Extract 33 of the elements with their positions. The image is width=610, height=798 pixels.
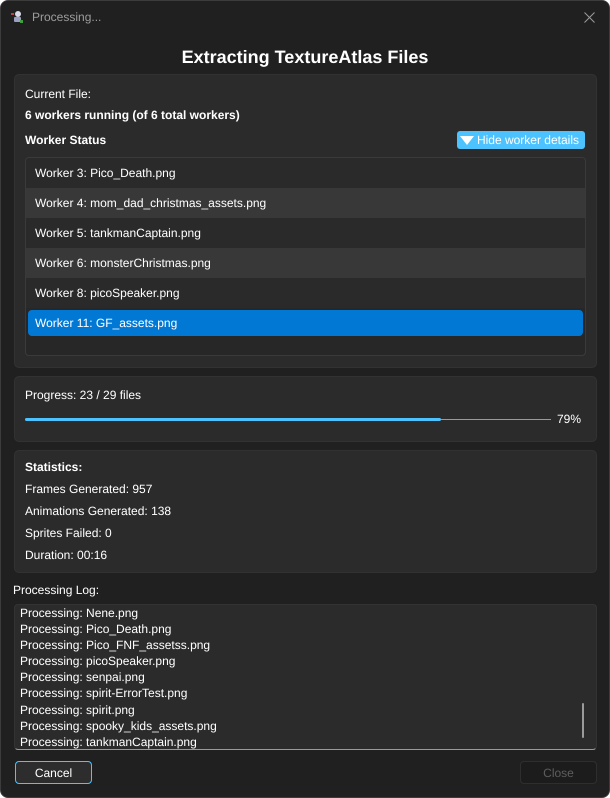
worker-row[interactable]: Worker 8: picoSpeaker.png — [26, 278, 585, 308]
statistic-line: Duration: 00:16 — [25, 547, 108, 563]
worker-row[interactable]: Worker 3: Pico_Death.png — [26, 158, 585, 188]
log-line: Processing: spooky_kids_assets.png — [20, 718, 218, 734]
statistics-heading: Statistics: — [25, 459, 84, 475]
worker-row[interactable]: Worker 11: GF_assets.png — [28, 310, 583, 336]
log-line: Processing: tankmanCaptain.png — [20, 734, 198, 750]
window-title: Processing... — [32, 9, 102, 26]
statistic-line: Animations Generated: 138 — [25, 503, 172, 519]
log-line: Processing: senpai.png — [20, 669, 146, 686]
progress-label: Progress: 23 / 29 files — [25, 387, 142, 403]
log-line: Processing: Pico_FNF_assetss.png — [20, 637, 212, 654]
log-line: Processing: Pico_Death.png — [20, 621, 172, 638]
statistic-line: Frames Generated: 957 — [25, 481, 154, 497]
log-line: Processing: Nene.png — [20, 605, 140, 622]
log-label: Processing Log: — [13, 582, 100, 598]
log-line: Processing: spirit.png — [20, 702, 136, 718]
dialog-heading: Extracting TextureAtlas Files — [180, 46, 430, 68]
progress-percent: 79% — [556, 411, 581, 427]
app-icon — [10, 10, 24, 24]
statistic-line: Sprites Failed: 0 — [25, 525, 113, 541]
workers-summary: 6 workers running (of 6 total workers) — [25, 107, 241, 123]
current-file-label: Current File: — [25, 86, 92, 102]
caret-down-icon — [460, 136, 474, 144]
log-line: Processing: picoSpeaker.png — [20, 653, 176, 670]
dialog-button[interactable]: Cancel — [15, 761, 92, 784]
log-line: Processing: spirit-ErrorTest.png — [20, 685, 188, 702]
worker-row[interactable]: Worker 4: mom_dad_christmas_assets.png — [26, 188, 585, 218]
worker-row[interactable]: Worker 6: monsterChristmas.png — [26, 248, 585, 278]
close-icon — [584, 12, 594, 22]
worker-status-heading: Worker Status — [25, 132, 106, 148]
scrollbar-thumb[interactable] — [582, 703, 584, 738]
worker-row[interactable]: Worker 5: tankmanCaptain.png — [26, 218, 585, 248]
